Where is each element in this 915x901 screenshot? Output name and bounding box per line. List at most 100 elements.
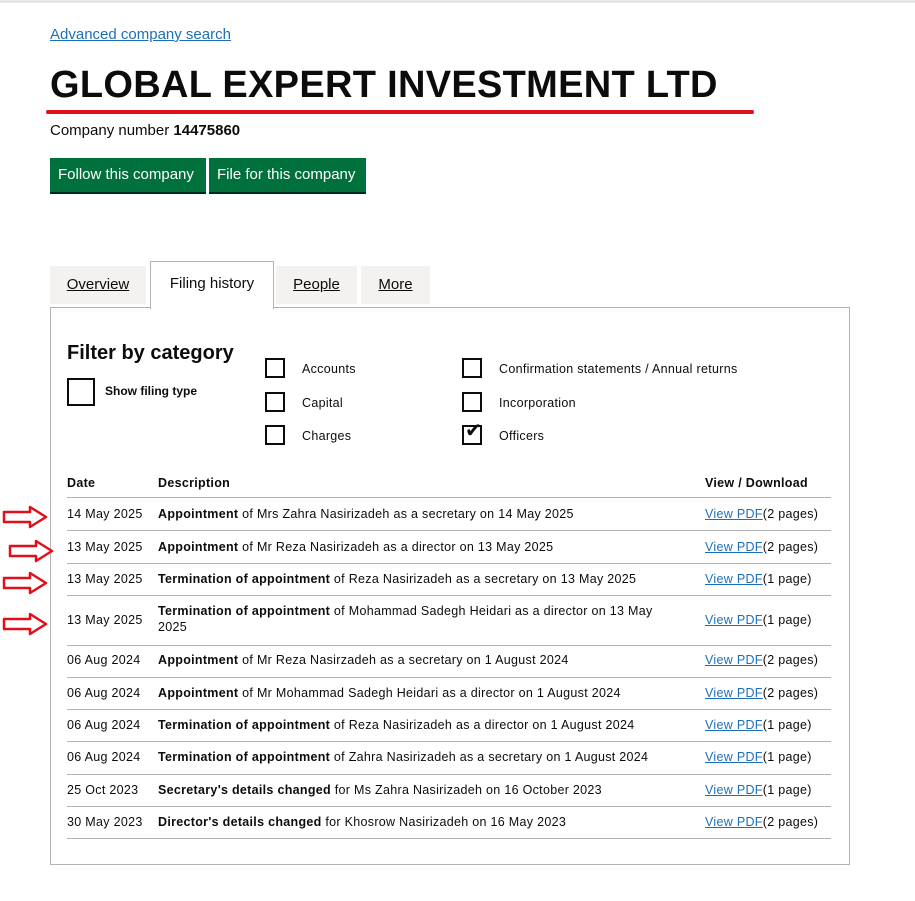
table-row-divider — [67, 774, 831, 775]
advanced-search-link[interactable]: Advanced company search — [50, 26, 231, 43]
show-filing-type-checkbox[interactable] — [67, 378, 95, 406]
capital-checkbox[interactable] — [265, 392, 285, 412]
incorporation-checkbox[interactable] — [462, 392, 482, 412]
filing-date: 06 Aug 2024 — [67, 653, 141, 667]
filing-description: Appointment of Mr Reza Nasirizadeh as a … — [158, 539, 678, 555]
filing-detail: of Zahra Nasirizadeh as a secretary on 1… — [330, 750, 649, 764]
red-arrow-annotation-icon — [2, 612, 48, 636]
accounts-checkbox[interactable] — [265, 358, 285, 378]
filing-type: Secretary's details changed — [158, 783, 331, 797]
filing-date: 14 May 2025 — [67, 507, 143, 521]
red-arrow-annotation-icon — [2, 571, 48, 595]
filing-type: Termination of appointment — [158, 718, 331, 732]
red-arrow-annotation-icon — [8, 539, 54, 563]
view-pdf-link[interactable]: View PDF — [705, 815, 763, 829]
view-download-cell: View PDF(2 pages) — [705, 685, 818, 701]
table-row-divider — [67, 709, 831, 710]
tab-filing-history[interactable]: Filing history — [150, 261, 274, 309]
date-column-header: Date — [67, 476, 96, 490]
page-count: (2 pages) — [762, 507, 819, 521]
filing-description: Secretary's details changed for Ms Zahra… — [158, 782, 678, 798]
table-row-divider — [67, 563, 831, 564]
file-for-company-button[interactable]: File for this company — [209, 158, 366, 192]
tab-more[interactable]: More — [361, 266, 430, 304]
officers-label: Officers — [499, 429, 545, 443]
tab-overview-label: Overview — [66, 276, 130, 293]
view-pdf-link[interactable]: View PDF — [705, 783, 763, 797]
filing-type: Appointment — [158, 653, 239, 667]
filing-detail: of Reza Nasirizadeh as a director on 1 A… — [330, 718, 635, 732]
filing-detail: of Mr Mohammad Sadegh Heidari as a direc… — [238, 686, 621, 700]
red-annotation-underline — [46, 110, 754, 114]
red-arrow-annotation-icon — [2, 505, 48, 529]
filing-description: Director's details changed for Khosrow N… — [158, 814, 678, 830]
confirmation-statements-checkbox[interactable] — [462, 358, 482, 378]
filing-description: Termination of appointment of Zahra Nasi… — [158, 749, 678, 765]
view-pdf-link[interactable]: View PDF — [705, 718, 763, 732]
filing-detail: of Mr Reza Nasirzadeh as a secretary on … — [238, 653, 569, 667]
page-count: (2 pages) — [762, 686, 819, 700]
company-name-heading: GLOBAL EXPERT INVESTMENT LTD — [50, 64, 718, 106]
capital-label: Capital — [302, 396, 344, 410]
company-number-value: 14475860 — [173, 122, 241, 139]
view-pdf-link[interactable]: View PDF — [705, 507, 763, 521]
tab-people[interactable]: People — [276, 266, 357, 304]
view-pdf-link[interactable]: View PDF — [705, 613, 763, 627]
filing-date: 13 May 2025 — [67, 612, 143, 627]
table-header-divider — [67, 497, 831, 498]
filing-type: Termination of appointment — [158, 750, 331, 764]
company-number-label: Company number — [50, 122, 170, 139]
filing-detail: of Reza Nasirizadeh as a secretary on 13… — [330, 572, 637, 586]
filing-description: Termination of appointment of Mohammad S… — [158, 603, 678, 635]
tab-more-label: More — [378, 276, 413, 293]
show-filing-type-label: Show filing type — [105, 384, 197, 398]
filing-date: 25 Oct 2023 — [67, 783, 139, 797]
filing-type: Appointment — [158, 686, 239, 700]
filing-description: Termination of appointment of Reza Nasir… — [158, 717, 678, 733]
table-row-divider — [67, 741, 831, 742]
follow-company-button[interactable]: Follow this company — [50, 158, 206, 192]
filing-type: Appointment — [158, 540, 239, 554]
table-row-divider — [67, 677, 831, 678]
table-row-divider — [67, 530, 831, 531]
page-count: (2 pages) — [762, 653, 819, 667]
filing-type: Termination of appointment — [158, 572, 331, 586]
page-count: (2 pages) — [762, 540, 819, 554]
view-download-cell: View PDF(2 pages) — [705, 814, 818, 830]
table-row-divider — [67, 645, 831, 646]
view-download-cell: View PDF(1 page) — [705, 571, 812, 587]
incorporation-label: Incorporation — [499, 396, 576, 410]
view-pdf-link[interactable]: View PDF — [705, 750, 763, 764]
tab-people-label: People — [293, 276, 340, 293]
charges-checkbox[interactable] — [265, 425, 285, 445]
page-count: (1 page) — [762, 783, 812, 797]
view-download-cell: View PDF(1 page) — [705, 717, 812, 733]
table-row-divider — [67, 806, 831, 807]
officers-checkbox[interactable]: ✔ — [462, 421, 482, 445]
filing-type: Appointment — [158, 507, 239, 521]
filing-detail: for Ms Zahra Nasirizadeh on 16 October 2… — [330, 783, 602, 797]
checkmark-icon: ✔ — [465, 420, 482, 442]
filing-description: Appointment of Mrs Zahra Nasirizadeh as … — [158, 506, 678, 522]
view-pdf-link[interactable]: View PDF — [705, 686, 763, 700]
page-count: (1 page) — [762, 572, 812, 586]
view-pdf-link[interactable]: View PDF — [705, 572, 763, 586]
filing-detail: for Khosrow Nasirizadeh on 16 May 2023 — [321, 815, 567, 829]
tab-filing-history-label: Filing history — [169, 275, 255, 292]
charges-label: Charges — [302, 429, 352, 443]
filing-date: 13 May 2025 — [67, 540, 143, 554]
table-row-divider — [67, 838, 831, 839]
table-row-divider — [67, 595, 831, 596]
filing-date: 30 May 2023 — [67, 815, 143, 829]
filing-date: 06 Aug 2024 — [67, 718, 141, 732]
filter-heading: Filter by category — [67, 342, 234, 364]
filing-type: Termination of appointment — [158, 604, 331, 618]
view-pdf-link[interactable]: View PDF — [705, 653, 763, 667]
filing-detail: of Mr Reza Nasirizadeh as a director on … — [238, 540, 554, 554]
view-download-cell: View PDF(1 page) — [705, 782, 812, 798]
filing-date: 06 Aug 2024 — [67, 750, 141, 764]
tab-overview[interactable]: Overview — [50, 266, 146, 304]
page-count: (1 page) — [762, 612, 812, 627]
view-pdf-link[interactable]: View PDF — [705, 540, 763, 554]
filing-type: Director's details changed — [158, 815, 322, 829]
